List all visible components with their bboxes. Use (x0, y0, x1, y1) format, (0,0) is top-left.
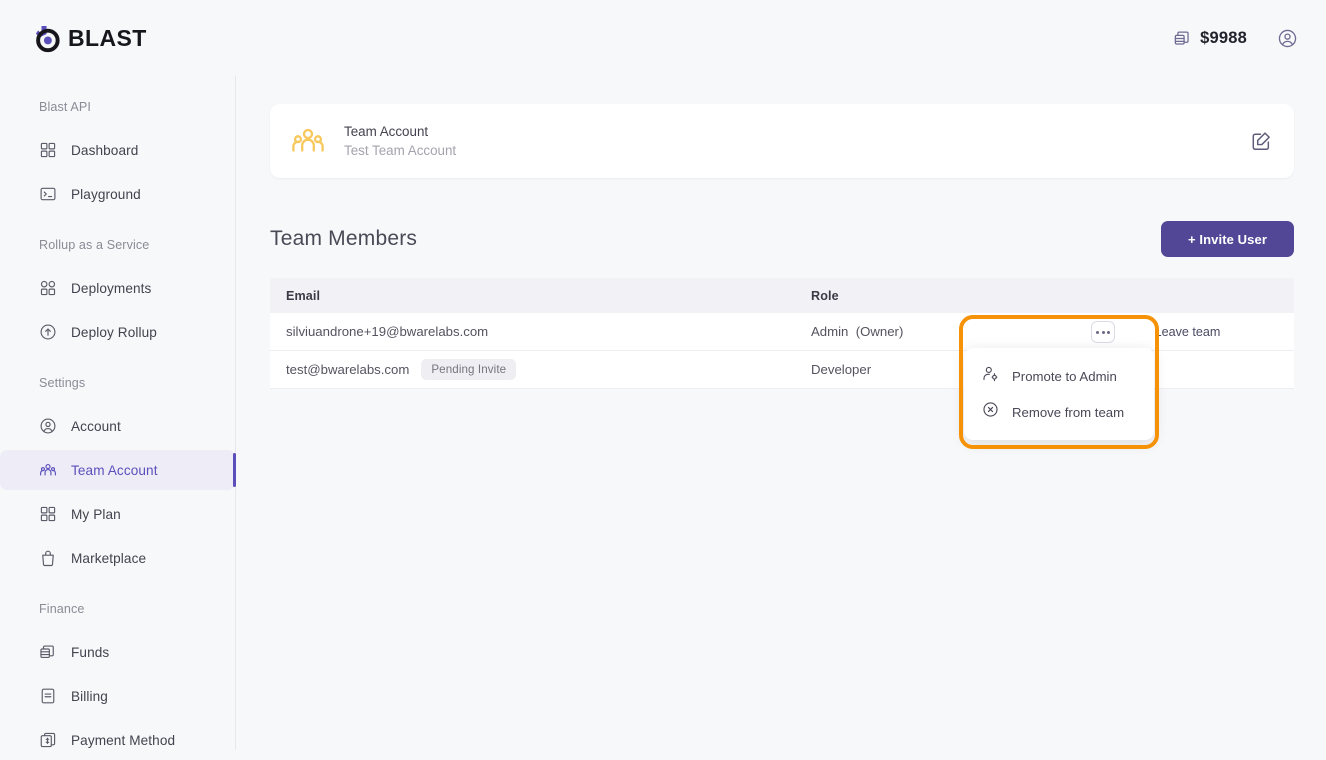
blast-logo-icon (31, 23, 61, 53)
team-account-card-texts: Team Account Test Team Account (344, 124, 456, 158)
team-members-header: Team Members + Invite User (270, 221, 1294, 257)
column-header-email: Email (286, 288, 321, 303)
status-badge: Pending Invite (421, 359, 517, 380)
sidebar-item-funds[interactable]: Funds (0, 632, 235, 672)
balance-amount: $9988 (1200, 28, 1247, 47)
team-account-card: Team Account Test Team Account (270, 104, 1294, 178)
sidebar-section-title: Blast API (39, 100, 92, 114)
sidebar-item-team-account[interactable]: Team Account (0, 450, 236, 490)
sidebar-item-label: Payment Method (71, 732, 176, 748)
grid-dots-icon (39, 279, 57, 297)
user-circle-icon[interactable] (1277, 28, 1298, 49)
sidebar-item-label: Dashboard (71, 142, 139, 158)
user-gear-icon (982, 365, 999, 387)
edit-square-icon[interactable] (1250, 130, 1272, 152)
brand-name: BLAST (68, 24, 147, 51)
sidebar-section-title: Rollup as a Service (39, 238, 150, 252)
sidebar-item-payment-method[interactable]: Payment Method (0, 720, 235, 760)
sidebar-item-deployments[interactable]: Deployments (0, 268, 235, 308)
user-circle-icon (39, 417, 57, 435)
top-bar: BLAST $9988 (0, 0, 1326, 76)
cell-email: silviuandrone+19@bwarelabs.com (270, 324, 811, 339)
column-header-role: Role (811, 288, 839, 303)
sidebar-item-label: Funds (71, 644, 110, 660)
ellipsis-icon (1096, 330, 1099, 334)
sidebar-item-deploy-rollup[interactable]: Deploy Rollup (0, 312, 235, 352)
member-email: test@bwarelabs.com (286, 362, 410, 377)
top-bar-actions: $9988 (1173, 28, 1298, 49)
team-group-icon (290, 123, 326, 159)
menu-item-label: Promote to Admin (1012, 368, 1117, 384)
sidebar-item-label: Marketplace (71, 550, 147, 566)
cell-email: test@bwarelabs.com Pending Invite (270, 359, 811, 380)
invoice-icon (39, 687, 57, 705)
balance-indicator[interactable]: $9988 (1173, 29, 1247, 48)
sidebar-section-title: Settings (39, 376, 86, 390)
main-content: Team Account Test Team Account Team Memb… (236, 76, 1326, 750)
circle-arrow-up-icon (39, 323, 57, 341)
menu-item-label: Remove from team (1012, 404, 1125, 420)
sidebar-item-label: Billing (71, 688, 108, 704)
member-role: Developer (811, 362, 872, 377)
bag-icon (39, 549, 57, 567)
menu-item-remove-from-team[interactable]: Remove from team (964, 394, 1154, 430)
sidebar-item-label: My Plan (71, 506, 121, 522)
payment-card-icon (39, 731, 57, 749)
team-group-icon (39, 461, 57, 479)
table-row[interactable]: silviuandrone+19@bwarelabs.com Admin (Ow… (270, 313, 1294, 351)
member-role-suffix: (Owner) (855, 324, 904, 339)
invite-user-button[interactable]: + Invite User (1161, 221, 1294, 257)
member-role: Admin (811, 324, 849, 339)
menu-item-promote-to-admin[interactable]: Promote to Admin (964, 358, 1154, 394)
sidebar-item-label: Team Account (71, 462, 158, 478)
grid-squares-icon (39, 505, 57, 523)
sidebar-item-label: Playground (71, 186, 141, 202)
brand-logo[interactable]: BLAST (31, 23, 147, 53)
sidebar-item-label: Deploy Rollup (71, 324, 157, 340)
row-menu-trigger[interactable] (1091, 321, 1115, 343)
sidebar-item-dashboard[interactable]: Dashboard (0, 130, 235, 170)
sidebar-item-label: Deployments (71, 280, 152, 296)
team-account-card-title: Team Account (344, 124, 429, 139)
sidebar-item-billing[interactable]: Billing (0, 676, 235, 716)
member-email: silviuandrone+19@bwarelabs.com (286, 324, 489, 339)
sidebar-item-label: Account (71, 418, 121, 434)
cell-role: Admin (Owner) (811, 324, 1081, 339)
sidebar-item-marketplace[interactable]: Marketplace (0, 538, 235, 578)
sidebar-item-account[interactable]: Account (0, 406, 235, 446)
terminal-icon (39, 185, 57, 203)
page-title: Team Members (270, 227, 418, 250)
team-members-table: Email Role silviuandrone+19@bwarelabs.co… (270, 278, 1294, 449)
sidebar-section-title: Finance (39, 602, 85, 616)
table-body: silviuandrone+19@bwarelabs.com Admin (Ow… (270, 313, 1294, 449)
sidebar: Blast API Dashboard Playground Rollup as… (0, 76, 236, 750)
row-context-menu: Promote to Admin Remove from team (964, 348, 1154, 440)
coins-stack-icon (39, 643, 57, 661)
team-account-card-subtitle: Test Team Account (344, 143, 457, 158)
grid-squares-icon (39, 141, 57, 159)
table-header-row: Email Role (270, 278, 1294, 313)
sidebar-item-my-plan[interactable]: My Plan (0, 494, 235, 534)
coins-stack-icon (1173, 29, 1192, 48)
sidebar-item-playground[interactable]: Playground (0, 174, 235, 214)
circle-x-icon (982, 401, 999, 423)
